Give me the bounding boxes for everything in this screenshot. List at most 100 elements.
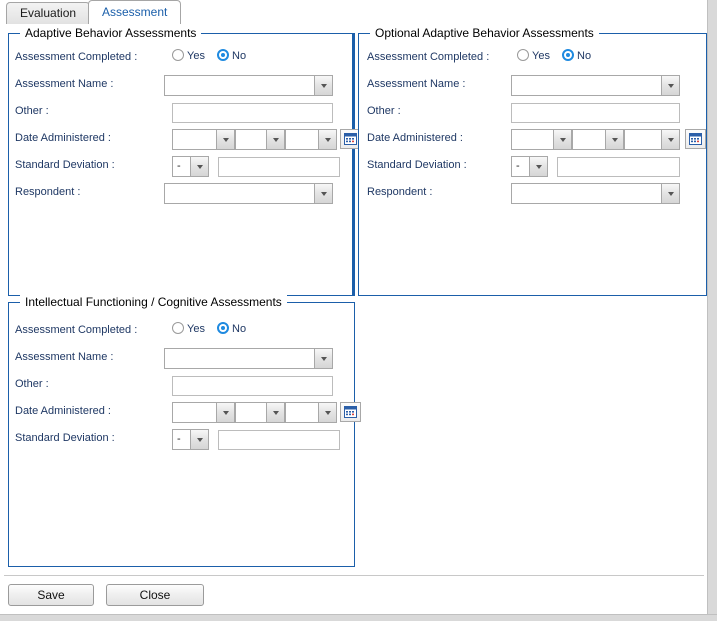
footer-divider — [4, 575, 704, 576]
label-date-administered: Date Administered : — [15, 132, 111, 144]
input-other[interactable] — [172, 103, 333, 123]
row-assessment-name: Assessment Name : — [359, 75, 706, 97]
footer-button-bar: Save Close — [0, 584, 707, 608]
radio-label-no: No — [232, 323, 247, 336]
radio-assessment-completed-yes[interactable]: Yes — [172, 322, 205, 335]
select-date-year[interactable] — [285, 402, 337, 423]
tab-evaluation-label: Evaluation — [20, 6, 77, 20]
select-date-day-value — [236, 130, 266, 149]
radio-label-no: No — [232, 50, 247, 63]
select-date-day-value — [236, 403, 266, 422]
close-button-label: Close — [139, 588, 171, 602]
row-date-administered: Date Administered : — [9, 129, 361, 151]
chevron-down-icon[interactable] — [266, 403, 284, 422]
calendar-icon — [689, 133, 702, 145]
select-date-month-value — [173, 130, 216, 149]
input-other[interactable] — [172, 376, 333, 396]
label-respondent: Respondent : — [15, 186, 81, 198]
radio-circle-no — [217, 322, 230, 334]
select-standard-deviation-sign[interactable]: - — [511, 156, 548, 177]
chevron-down-icon[interactable] — [266, 130, 284, 149]
select-standard-deviation-sign[interactable]: - — [172, 156, 209, 177]
input-standard-deviation[interactable] — [557, 157, 680, 177]
row-respondent: Respondent : — [359, 183, 706, 205]
radio-circle-no — [562, 49, 575, 61]
label-other: Other : — [15, 105, 49, 117]
tab-evaluation[interactable]: Evaluation — [6, 2, 91, 24]
radio-group-assessment-completed: Yes No — [172, 49, 255, 62]
tab-assessment[interactable]: Assessment — [88, 0, 182, 24]
row-respondent: Respondent : — [9, 183, 352, 205]
chevron-down-icon[interactable] — [314, 76, 332, 95]
row-assessment-completed: Assessment Completed : Yes No — [359, 48, 706, 70]
chevron-down-icon[interactable] — [553, 130, 571, 149]
select-respondent[interactable] — [511, 183, 680, 204]
select-date-month[interactable] — [172, 402, 235, 423]
chevron-down-icon[interactable] — [216, 130, 234, 149]
panel-optional-adaptive-behavior-assessments: Optional Adaptive Behavior Assessments A… — [358, 26, 707, 296]
radio-label-yes: Yes — [187, 323, 205, 336]
chevron-down-icon[interactable] — [661, 184, 679, 203]
panel-intellectual-functioning-cognitive-assessments: Intellectual Functioning / Cognitive Ass… — [8, 295, 361, 567]
select-standard-deviation-sign[interactable]: - — [172, 429, 209, 450]
label-respondent: Respondent : — [367, 186, 433, 198]
chevron-down-icon[interactable] — [661, 76, 679, 95]
chevron-down-icon[interactable] — [216, 403, 234, 422]
select-assessment-name[interactable] — [164, 75, 333, 96]
select-date-month[interactable] — [511, 129, 572, 150]
radio-group-assessment-completed: Yes No — [517, 49, 600, 62]
input-other[interactable] — [511, 103, 680, 123]
row-date-administered: Date Administered : — [359, 129, 706, 151]
close-button[interactable]: Close — [106, 584, 204, 606]
label-date-administered: Date Administered : — [367, 132, 463, 144]
select-date-month[interactable] — [172, 129, 235, 150]
select-date-day[interactable] — [572, 129, 624, 150]
input-standard-deviation[interactable] — [218, 430, 340, 450]
select-standard-deviation-sign-value: - — [516, 160, 520, 172]
select-date-day-value — [573, 130, 605, 149]
radio-label-yes: Yes — [187, 50, 205, 63]
calendar-picker-button[interactable] — [340, 402, 361, 422]
select-respondent[interactable] — [164, 183, 333, 204]
radio-assessment-completed-no[interactable]: No — [562, 49, 591, 62]
chevron-down-icon[interactable] — [318, 130, 336, 149]
input-standard-deviation[interactable] — [218, 157, 340, 177]
calendar-picker-button[interactable] — [685, 129, 706, 149]
radio-assessment-completed-yes[interactable]: Yes — [172, 49, 205, 62]
label-standard-deviation: Standard Deviation : — [15, 432, 115, 444]
chevron-down-icon[interactable] — [314, 184, 332, 203]
row-assessment-name: Assessment Name : — [9, 348, 354, 370]
radio-circle-yes — [172, 49, 184, 61]
row-standard-deviation: Standard Deviation : - — [9, 156, 352, 178]
label-other: Other : — [15, 378, 49, 390]
chevron-down-icon[interactable] — [190, 430, 208, 449]
select-assessment-name[interactable] — [511, 75, 680, 96]
select-date-day[interactable] — [235, 129, 285, 150]
calendar-icon — [344, 406, 357, 418]
radio-assessment-completed-yes[interactable]: Yes — [517, 49, 550, 62]
radio-assessment-completed-no[interactable]: No — [217, 49, 246, 62]
save-button[interactable]: Save — [8, 584, 94, 606]
chevron-down-icon[interactable] — [190, 157, 208, 176]
tab-assessment-label: Assessment — [102, 5, 168, 19]
chevron-down-icon[interactable] — [661, 130, 679, 149]
chevron-down-icon[interactable] — [318, 403, 336, 422]
row-standard-deviation: Standard Deviation : - — [9, 429, 354, 451]
panel-adaptive-legend: Adaptive Behavior Assessments — [20, 26, 202, 40]
select-standard-deviation-sign-value: - — [177, 433, 181, 445]
select-date-year[interactable] — [624, 129, 680, 150]
calendar-icon — [344, 133, 357, 145]
select-assessment-name[interactable] — [164, 348, 333, 369]
radio-assessment-completed-no[interactable]: No — [217, 322, 246, 335]
select-date-day[interactable] — [235, 402, 285, 423]
select-date-month-value — [512, 130, 553, 149]
chevron-down-icon[interactable] — [605, 130, 623, 149]
tab-strip: Evaluation Assessment — [0, 0, 707, 24]
panel-intellectual-legend: Intellectual Functioning / Cognitive Ass… — [20, 295, 287, 309]
row-other: Other : — [9, 102, 352, 124]
radio-circle-yes — [172, 322, 184, 334]
chevron-down-icon[interactable] — [529, 157, 547, 176]
select-date-year[interactable] — [285, 129, 337, 150]
chevron-down-icon[interactable] — [314, 349, 332, 368]
label-other: Other : — [367, 105, 401, 117]
